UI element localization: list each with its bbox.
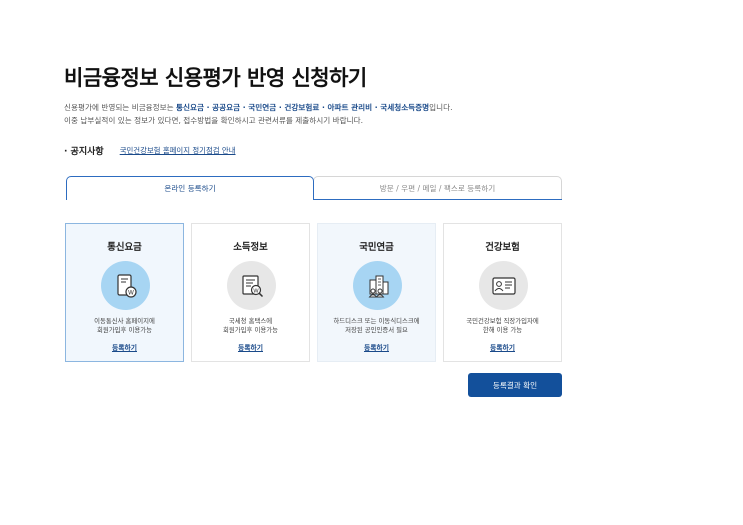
card-telecom[interactable]: 통신요금 W 이동통신사 홈페이지에 회원가입후 이용가능 등록하기: [65, 223, 184, 362]
card-pension[interactable]: 국민연금 하드디스크 또는 이동식디스크에 저장된 공인인증서 필요 등록하기: [317, 223, 436, 362]
register-link[interactable]: 등록하기: [318, 342, 435, 352]
card-title: 국민연금: [359, 242, 394, 253]
svg-text:W: W: [253, 288, 259, 294]
card-title: 건강보험: [485, 242, 520, 253]
card-health-insurance[interactable]: 건강보험 국민건강보험 직장가입자에 한해 이용 가능 등록하기: [443, 223, 562, 362]
card-description-line: 저장된 공인인증서 필요: [345, 326, 408, 334]
description-line-1: 신용평가에 반영되는 비금융정보는 통신요금 · 공공요금 · 국민연금 · 건…: [64, 101, 453, 114]
description-suffix: 입니다.: [429, 103, 453, 112]
phone-document-icon: W: [101, 261, 150, 310]
card-description: 국민건강보험 직장가입자에 한해 이용 가능: [444, 317, 561, 335]
description-line-2: 이중 납부실적이 있는 정보가 있다면, 접수방법을 확인하시고 관련서류를 제…: [64, 116, 364, 125]
card-description-line: 국세청 홈택스에: [228, 317, 273, 325]
document-search-icon: W: [227, 261, 276, 310]
card-description: 국세청 홈택스에 회원가입후 이용가능: [192, 317, 309, 335]
tab-online[interactable]: 온라인 등록하기: [66, 176, 314, 200]
register-link[interactable]: 등록하기: [66, 342, 183, 352]
card-description-line: 국민건강보험 직장가입자에: [466, 317, 539, 325]
card-description-line: 한해 이용 가능: [482, 326, 523, 334]
card-description-line: 회원가입후 이용가능: [97, 326, 152, 334]
tab-underline: [313, 199, 562, 200]
card-description-line: 회원가입후 이용가능: [223, 326, 278, 334]
card-description-line: 하드디스크 또는 이동식디스크에: [333, 317, 420, 325]
notice-row: · 공지사항 국민건강보험 홈페이지 정기점검 안내: [64, 144, 236, 157]
card-description: 하드디스크 또는 이동식디스크에 저장된 공인인증서 필요: [318, 317, 435, 335]
notice-link[interactable]: 국민건강보험 홈페이지 정기점검 안내: [120, 145, 236, 156]
svg-text:W: W: [128, 289, 134, 296]
register-link[interactable]: 등록하기: [444, 342, 561, 352]
card-title: 소득정보: [233, 242, 268, 253]
register-link[interactable]: 등록하기: [192, 342, 309, 352]
registration-tabs: 온라인 등록하기 방문 / 우편 / 메일 / 팩스로 등록하기: [66, 176, 562, 200]
card-income[interactable]: 소득정보 W 국세청 홈택스에 회원가입후 이용가능 등록하기: [191, 223, 310, 362]
id-card-icon: [479, 261, 528, 310]
description-highlight: 통신요금 · 공공요금 · 국민연금 · 건강보험료 · 아파트 관리비 · 국…: [176, 103, 430, 112]
page-description: 신용평가에 반영되는 비금융정보는 통신요금 · 공공요금 · 국민연금 · 건…: [64, 101, 453, 127]
card-title: 통신요금: [107, 242, 142, 253]
description-prefix: 신용평가에 반영되는 비금융정보는: [64, 103, 177, 112]
tab-offline[interactable]: 방문 / 우편 / 메일 / 팩스로 등록하기: [313, 176, 562, 200]
card-description: 이동통신사 홈페이지에 회원가입후 이용가능: [66, 317, 183, 335]
building-people-icon: [353, 261, 402, 310]
notice-label: · 공지사항: [64, 147, 104, 157]
page-title: 비금융정보 신용평가 반영 신청하기: [64, 66, 367, 90]
card-description-line: 이동통신사 홈페이지에: [94, 317, 155, 325]
check-result-button[interactable]: 등록결과 확인: [468, 373, 562, 397]
